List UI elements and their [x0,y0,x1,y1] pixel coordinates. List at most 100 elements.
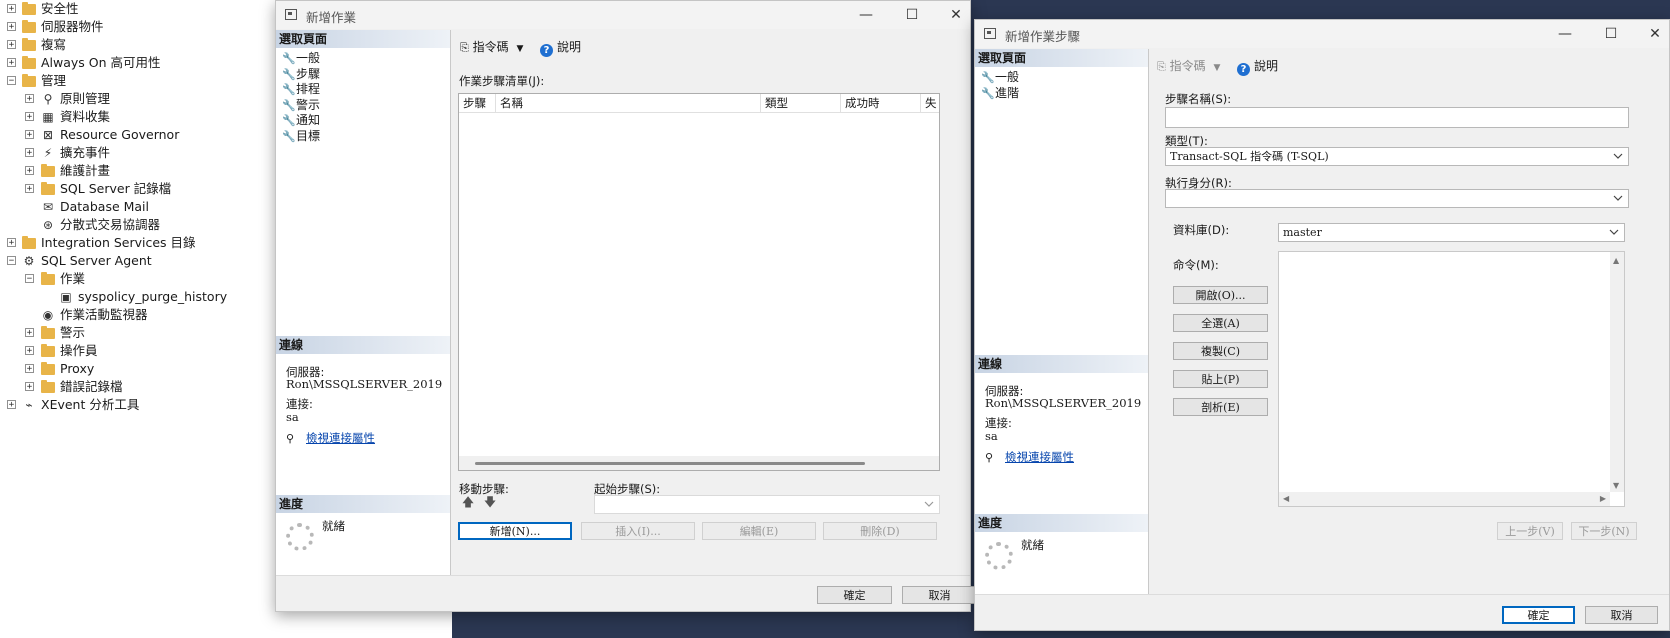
scroll-up-icon[interactable]: ▲ [1613,256,1619,265]
title-bar[interactable]: 新增作業 — ☐ ✕ [276,1,970,29]
page-item-label: 目標 [296,128,321,143]
scroll-left-icon[interactable]: ◀ [1283,494,1289,503]
parse-button[interactable]: 剖析(E) [1173,398,1268,416]
column-name[interactable]: 名稱 [495,94,760,112]
page-item[interactable]: 🔧通知 [282,113,320,128]
column-type[interactable]: 類型 [760,94,840,112]
column-on-success[interactable]: 成功時 [840,94,920,112]
expand-icon[interactable]: + [25,130,34,140]
page-item[interactable]: 🔧進階 [981,86,1019,101]
title-bar[interactable]: 新增作業步驟 — ☐ ✕ [975,20,1669,48]
expand-icon[interactable]: + [25,346,34,356]
expand-icon[interactable]: + [7,40,16,50]
horizontal-scrollbar[interactable]: ◀ ▶ [1279,492,1610,506]
page-item-label: 一般 [296,51,321,65]
cancel-button[interactable]: 取消 [1585,606,1658,624]
folder-icon [22,56,36,69]
expand-icon[interactable]: + [25,166,34,176]
paste-button[interactable]: 貼上(P) [1173,370,1268,388]
folder-icon [22,2,36,15]
minimize-icon[interactable]: — [854,5,878,25]
column-on-failure[interactable]: 失敗 [920,94,940,112]
command-textarea[interactable]: ▲ ▼ ◀ ▶ [1278,251,1625,507]
page-item[interactable]: 🔧步驟 [282,67,320,82]
scroll-thumb[interactable] [475,462,865,465]
collapse-icon[interactable]: − [7,76,16,86]
minimize-icon[interactable]: — [1553,24,1577,44]
script-button[interactable]: ⎘ 指令碼 ▼ [1157,58,1220,76]
tree-node-label: Proxy [60,361,95,376]
expand-icon[interactable]: + [7,4,16,14]
type-select[interactable]: Transact-SQL 指令碼 (T-SQL) [1165,147,1629,166]
expand-icon[interactable]: + [25,184,34,194]
expand-icon[interactable]: + [25,94,34,104]
wrench-icon: 🔧 [282,114,296,127]
job-left-pane: 選取頁面 🔧一般 🔧步驟 🔧排程 🔧警示 🔧通知 🔧目標 連線 伺服器: Ron\MSSQ… [276,30,451,575]
vertical-scrollbar[interactable]: ▲ ▼ [1610,252,1624,492]
connection-value: sa [985,429,998,443]
step-name-input[interactable] [1165,107,1629,128]
view-connection-properties-link[interactable]: 檢視連接屬性 [1005,449,1074,465]
run-as-select[interactable] [1165,189,1629,208]
expand-icon[interactable]: + [25,364,34,374]
new-step-button[interactable]: 新增(N)... [458,522,572,540]
expand-icon[interactable]: + [7,238,16,248]
progress-status: 就緒 [322,519,345,533]
scroll-down-icon[interactable]: ▼ [1613,481,1619,490]
close-icon[interactable]: ✕ [1643,24,1667,44]
page-item[interactable]: 🔧目標 [282,129,320,144]
start-step-select[interactable] [594,495,940,514]
next-step-button[interactable]: 下一步(N) [1571,522,1637,540]
tree-node-label: 管理 [41,73,67,88]
page-item[interactable]: 🔧一般 [282,51,320,66]
expand-icon[interactable]: + [25,328,34,338]
copy-button[interactable]: 複製(C) [1173,342,1268,360]
wrench-icon: 🔧 [282,129,296,143]
tree-node-label: SQL Server Agent [41,253,152,268]
move-up-icon[interactable]: 🡅 [459,495,477,510]
edit-step-button[interactable]: 編輯(E) [702,522,816,540]
ok-button[interactable]: 確定 [1502,606,1575,624]
column-step[interactable]: 步驟 [459,94,495,112]
view-connection-properties-link[interactable]: 檢視連接屬性 [306,430,375,446]
collapse-icon[interactable]: − [25,274,34,284]
ok-button[interactable]: 確定 [817,586,892,604]
expand-icon[interactable]: + [25,112,34,122]
horizontal-scrollbar[interactable] [459,456,939,470]
help-button[interactable]: ? 說明 [1237,58,1278,76]
scroll-right-icon[interactable]: ▶ [1600,494,1606,503]
progress-header: 進度 [975,514,1148,532]
expand-icon[interactable]: + [7,400,16,410]
cancel-button[interactable]: 取消 [902,586,977,604]
folder-icon [41,182,55,195]
page-item[interactable]: 🔧排程 [282,82,320,97]
maximize-icon[interactable]: ☐ [1599,24,1623,44]
help-button[interactable]: ? 說明 [540,39,581,57]
open-button[interactable]: 開啟(O)... [1173,286,1268,304]
page-item-label: 一般 [995,70,1020,84]
tree-node-label: 資料收集 [60,109,111,124]
page-item[interactable]: 🔧警示 [282,98,320,113]
expand-icon[interactable]: + [25,148,34,158]
script-button[interactable]: ⎘ 指令碼 ▼ [460,39,523,57]
close-icon[interactable]: ✕ [944,5,968,25]
chevron-down-icon [1613,195,1623,201]
page-item[interactable]: 🔧一般 [981,70,1019,85]
data-collection-icon: ▦ [42,110,54,124]
previous-step-button[interactable]: 上一步(V) [1497,522,1563,540]
job-steps-grid[interactable]: 步驟 名稱 類型 成功時 失敗 [458,93,940,471]
insert-step-button[interactable]: 插入(I)... [581,522,695,540]
database-label: 資料庫(D): [1173,223,1230,237]
policy-icon: ⚲ [43,92,53,106]
database-select[interactable]: master [1278,223,1625,242]
expand-icon[interactable]: + [25,382,34,392]
script-icon: ⎘ [460,41,469,54]
select-all-button[interactable]: 全選(A) [1173,314,1268,332]
collapse-icon[interactable]: − [7,256,16,266]
delete-step-button[interactable]: 刪除(D) [823,522,937,540]
expand-icon[interactable]: + [7,58,16,68]
move-down-icon[interactable]: 🡇 [481,495,499,510]
folder-icon [41,326,55,339]
maximize-icon[interactable]: ☐ [900,5,924,25]
expand-icon[interactable]: + [7,22,16,32]
